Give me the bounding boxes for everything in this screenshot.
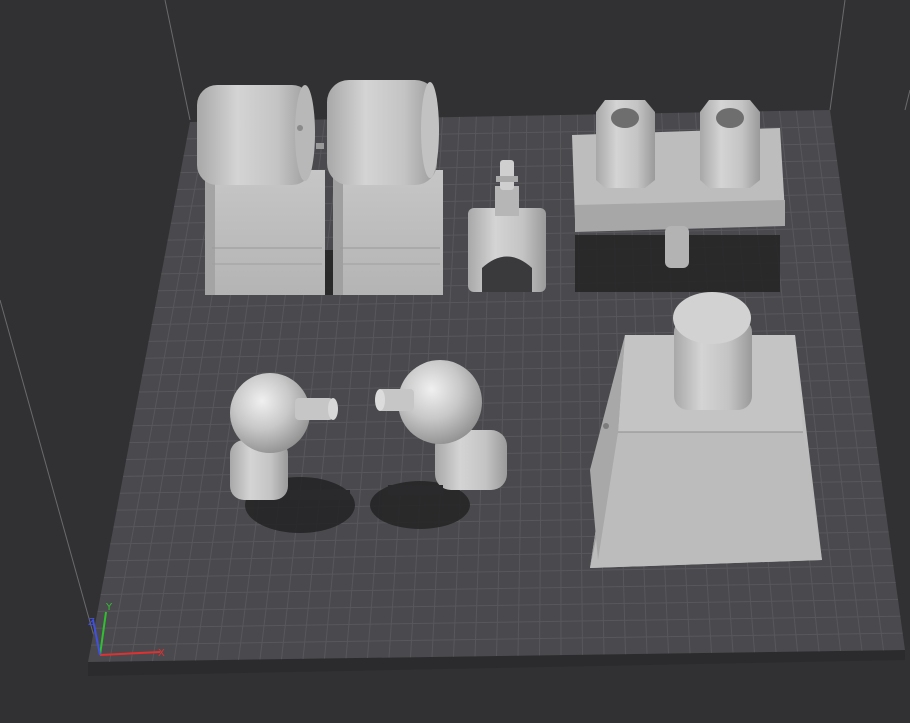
build-plate-scene[interactable]: X Y Z [0,0,910,723]
z-axis-label: Z [88,617,95,628]
model-block-left[interactable] [197,85,325,295]
x-axis-label: X [158,648,165,659]
y-axis-label: Y [105,602,113,613]
model-block-right[interactable] [327,80,443,295]
3d-viewport[interactable]: X Y Z [0,0,910,723]
